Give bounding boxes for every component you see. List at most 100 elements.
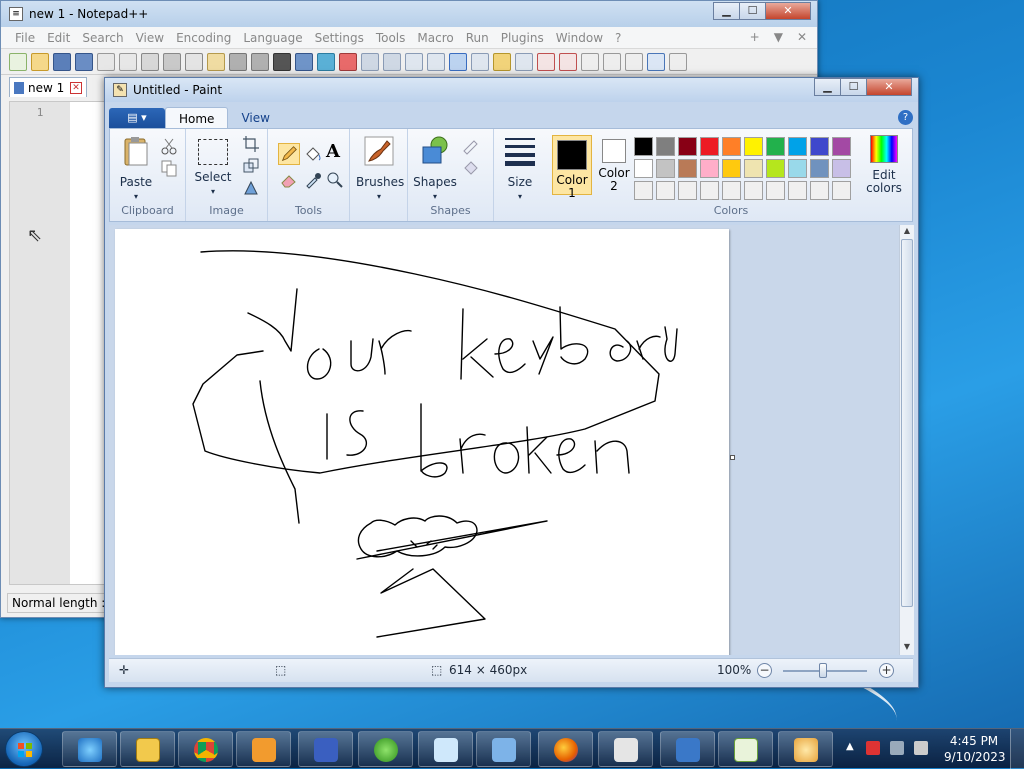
- palette-swatch[interactable]: [722, 181, 741, 200]
- scrollbar-thumb[interactable]: [901, 239, 913, 607]
- taskbar-remote-desktop[interactable]: [660, 731, 715, 767]
- palette-swatch[interactable]: [700, 159, 719, 178]
- palette-swatch[interactable]: [678, 137, 697, 156]
- color-picker-icon[interactable]: [304, 171, 322, 189]
- drawing-canvas[interactable]: [115, 229, 729, 655]
- volume-muted-icon[interactable]: [914, 741, 928, 755]
- close-all-icon[interactable]: [119, 52, 137, 71]
- palette-swatch[interactable]: [832, 137, 851, 156]
- size-button[interactable]: Size ▾: [500, 135, 540, 203]
- paste-icon[interactable]: [207, 52, 225, 71]
- menu-help[interactable]: ?: [609, 31, 627, 45]
- menu-encoding[interactable]: Encoding: [170, 31, 237, 45]
- find-icon[interactable]: [273, 52, 291, 71]
- palette-swatch[interactable]: [744, 181, 763, 200]
- new-tab-button[interactable]: +: [750, 30, 760, 44]
- canvas-area[interactable]: [109, 225, 901, 655]
- doc-map-icon[interactable]: [493, 52, 511, 71]
- palette-swatch[interactable]: [634, 159, 653, 178]
- notepad-editor[interactable]: 1: [9, 101, 105, 585]
- start-button[interactable]: [5, 731, 43, 767]
- scroll-up-icon[interactable]: ▲: [900, 226, 914, 238]
- replace-icon[interactable]: [295, 52, 313, 71]
- crop-icon[interactable]: [242, 135, 260, 153]
- system-clock[interactable]: 4:45 PM 9/10/2023: [944, 733, 1006, 765]
- eraser-icon[interactable]: [280, 171, 298, 189]
- taskbar-send-app[interactable]: [418, 731, 473, 767]
- palette-swatch[interactable]: [766, 137, 785, 156]
- show-desktop-button[interactable]: [1010, 729, 1024, 769]
- outline-icon[interactable]: [462, 137, 480, 155]
- stop-macro-icon[interactable]: [603, 52, 621, 71]
- palette-swatch[interactable]: [788, 181, 807, 200]
- palette-swatch[interactable]: [766, 181, 785, 200]
- canvas-resize-handle[interactable]: [730, 455, 735, 460]
- word-wrap-icon[interactable]: [405, 52, 423, 71]
- color1-button[interactable]: Color 1: [552, 135, 592, 200]
- palette-swatch[interactable]: [832, 181, 851, 200]
- palette-swatch[interactable]: [700, 181, 719, 200]
- color2-button[interactable]: Color 2: [594, 135, 634, 195]
- redo-icon[interactable]: [251, 52, 269, 71]
- resize-icon[interactable]: [242, 157, 260, 175]
- tab-new-1[interactable]: new 1 ✕: [9, 77, 87, 97]
- zoom-out-button[interactable]: −: [757, 663, 772, 678]
- show-hidden-icons[interactable]: ▲: [846, 741, 854, 752]
- palette-swatch[interactable]: [722, 137, 741, 156]
- taskbar-control-panel[interactable]: [476, 731, 531, 767]
- close-file-icon[interactable]: [97, 52, 115, 71]
- zoom-slider-thumb[interactable]: [819, 663, 827, 678]
- sync-v-icon[interactable]: [361, 52, 379, 71]
- notepad-titlebar[interactable]: ≡ new 1 - Notepad++ ▁ ☐ ✕: [1, 1, 817, 27]
- palette-swatch[interactable]: [678, 181, 697, 200]
- paint-window[interactable]: ✎ Untitled - Paint ▁ ☐ ✕ ▤ ▾ Home View ?…: [104, 77, 919, 688]
- paint-titlebar[interactable]: ✎ Untitled - Paint ▁ ☐ ✕: [105, 78, 918, 102]
- menu-view[interactable]: View: [130, 31, 170, 45]
- menu-settings[interactable]: Settings: [309, 31, 370, 45]
- palette-swatch[interactable]: [634, 181, 653, 200]
- palette-swatch[interactable]: [810, 137, 829, 156]
- play-macro-icon[interactable]: [625, 52, 643, 71]
- help-icon[interactable]: ?: [898, 110, 913, 125]
- palette-swatch[interactable]: [678, 159, 697, 178]
- menu-plugins[interactable]: Plugins: [495, 31, 550, 45]
- print-icon[interactable]: [141, 52, 159, 71]
- lang-icon[interactable]: [471, 52, 489, 71]
- function-list-icon[interactable]: [515, 52, 533, 71]
- zoom-in-button[interactable]: +: [879, 663, 894, 678]
- palette-swatch[interactable]: [722, 159, 741, 178]
- taskbar-notepad-plus-plus[interactable]: [718, 731, 773, 767]
- menu-file[interactable]: File: [9, 31, 41, 45]
- palette-swatch[interactable]: [656, 181, 675, 200]
- record-macro-icon[interactable]: [581, 52, 599, 71]
- taskbar-media-player[interactable]: [236, 731, 291, 767]
- tab-close-icon[interactable]: ✕: [70, 81, 82, 94]
- minimize-button[interactable]: ▁: [713, 2, 740, 20]
- palette-swatch[interactable]: [766, 159, 785, 178]
- indent-guide-icon[interactable]: [449, 52, 467, 71]
- palette-swatch[interactable]: [634, 137, 653, 156]
- menu-language[interactable]: Language: [237, 31, 308, 45]
- menu-edit[interactable]: Edit: [41, 31, 76, 45]
- tab-home[interactable]: Home: [165, 107, 229, 129]
- taskbar-firefox[interactable]: [538, 731, 593, 767]
- menu-run[interactable]: Run: [460, 31, 495, 45]
- zoom-in-icon[interactable]: [317, 52, 335, 71]
- run-macro-multiple-icon[interactable]: [647, 52, 665, 71]
- copy-icon[interactable]: [185, 52, 203, 71]
- shapes-button[interactable]: Shapes ▾: [412, 135, 458, 203]
- edit-colors-button[interactable]: Edit colors: [860, 135, 908, 195]
- copy-icon[interactable]: [160, 159, 178, 177]
- rotate-icon[interactable]: [242, 179, 260, 197]
- palette-swatch[interactable]: [832, 159, 851, 178]
- cut-icon[interactable]: [163, 52, 181, 71]
- taskbar-internet-explorer[interactable]: [62, 731, 117, 767]
- action-center-icon[interactable]: [866, 741, 880, 755]
- menu-tools[interactable]: Tools: [370, 31, 412, 45]
- text-tool-icon[interactable]: A: [326, 143, 344, 161]
- save-all-icon[interactable]: [75, 52, 93, 71]
- save-macro-icon[interactable]: [669, 52, 687, 71]
- palette-swatch[interactable]: [744, 137, 763, 156]
- taskbar-file-explorer[interactable]: [120, 731, 175, 767]
- magnifier-icon[interactable]: [326, 171, 344, 189]
